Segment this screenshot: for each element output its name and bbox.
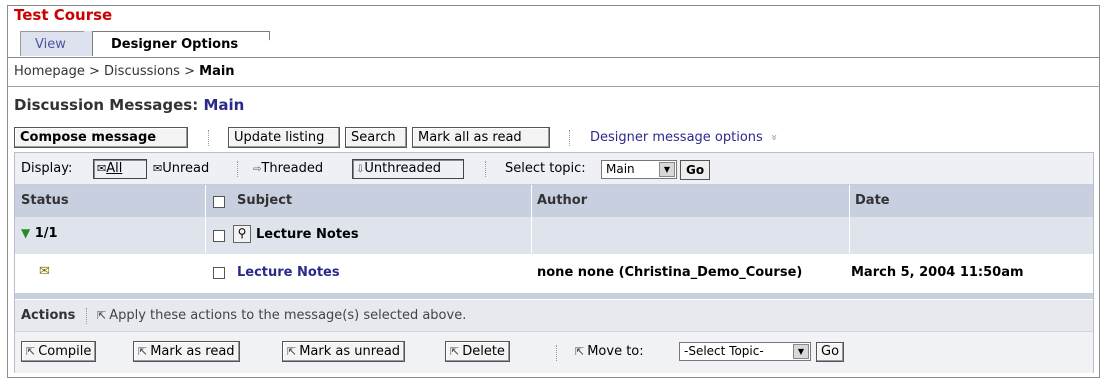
column-divider: [531, 185, 532, 253]
toolbar-separator: [569, 130, 571, 146]
message-checkbox[interactable]: [213, 267, 225, 279]
search-button[interactable]: Search: [345, 127, 407, 148]
mark-all-read-button[interactable]: Mark all as read: [412, 127, 550, 148]
display-unread-toggle[interactable]: ✉Unread: [149, 159, 231, 179]
course-title: Test Course: [14, 6, 113, 24]
action-arrow-icon: ⇱: [287, 345, 297, 358]
subject-header: Subject: [237, 193, 293, 208]
breadcrumb-separator: >: [89, 64, 100, 79]
magnifier-icon[interactable]: ⚲: [233, 225, 251, 243]
breadcrumb: Homepage > Discussions > Main: [14, 64, 235, 79]
actions-separator: [86, 308, 88, 324]
topic-go-button[interactable]: Go: [680, 160, 711, 180]
mark-as-unread-button[interactable]: ⇱ Mark as unread: [282, 341, 406, 362]
action-arrow-icon: ⇱: [138, 345, 148, 358]
actions-label: Actions: [21, 308, 76, 323]
unthreaded-toggle[interactable]: ⇩Unthreaded: [352, 159, 464, 179]
thread-subject: Lecture Notes: [256, 227, 359, 242]
actions-bar: Actions ⇱ Apply these actions to the mess…: [15, 299, 1093, 332]
breadcrumb-current: Main: [199, 64, 235, 79]
breadcrumb-homepage[interactable]: Homepage: [14, 64, 85, 79]
thread-count: 1/1: [34, 226, 58, 241]
select-all-checkbox[interactable]: [213, 196, 225, 208]
date-header: Date: [855, 193, 890, 208]
table-row: ✉ Lecture Notes none none (Christina_Dem…: [15, 254, 1093, 293]
breadcrumb-discussions[interactable]: Discussions: [104, 64, 180, 79]
move-to-select[interactable]: -Select Topic- ▼: [679, 342, 811, 361]
page-title: Discussion Messages: Main: [14, 96, 244, 114]
display-unread-label: Unread: [162, 161, 210, 176]
move-go-button[interactable]: Go: [816, 342, 845, 362]
threaded-label: Threaded: [261, 161, 324, 176]
display-label: Display:: [21, 161, 73, 176]
tab-designer-edge: [258, 31, 276, 56]
breadcrumb-divider: [8, 86, 1100, 87]
page-title-prefix: Discussion Messages:: [14, 96, 199, 114]
table-row: ▼ 1/1 ⚲ Lecture Notes: [15, 218, 1093, 253]
compose-message-button[interactable]: Compose message: [14, 127, 188, 148]
display-all-toggle[interactable]: ✉All: [93, 159, 147, 179]
message-subject-link[interactable]: Lecture Notes: [237, 265, 340, 280]
tab-designer-options[interactable]: Designer Options: [92, 31, 270, 56]
action-buttons-bar: ⇱ Compile ⇱ Mark as read ⇱ Mark as unread ⇱…: [15, 331, 1093, 373]
mark-as-read-button[interactable]: ⇱ Mark as read: [133, 341, 240, 362]
designer-options-label: Designer message options: [590, 130, 763, 145]
message-author: none none (Christina_Demo_Course): [537, 265, 803, 280]
column-divider: [205, 185, 206, 253]
actions-hint: ⇱ Apply these actions to the message(s) s…: [97, 308, 466, 323]
action-arrow-icon: ⇱: [26, 345, 36, 358]
unthreaded-label: Unthreaded: [364, 161, 442, 176]
tab-view-label: View: [35, 37, 66, 52]
display-separator: [237, 161, 239, 177]
triangle-down-icon: ▼: [21, 226, 31, 240]
select-topic-label: Select topic:: [505, 161, 586, 176]
message-date: March 5, 2004 11:50am: [851, 265, 1024, 280]
unread-mail-icon: ✉: [153, 162, 163, 175]
action-arrow-icon: ⇱: [450, 345, 460, 358]
action-arrow-icon: ⇱: [97, 309, 107, 322]
topic-select[interactable]: Main ▼: [601, 160, 677, 179]
topic-select-value: Main: [606, 162, 635, 176]
toolbar-separator: [208, 130, 210, 146]
table-header: Status Subject Author Date: [15, 185, 1093, 217]
dropdown-arrow-icon: ▼: [793, 344, 809, 359]
update-listing-button[interactable]: Update listing: [228, 127, 340, 148]
delete-label: Delete: [462, 344, 505, 359]
thread-status: ▼ 1/1: [21, 226, 58, 241]
action-arrow-icon: ⇱: [575, 345, 585, 358]
tab-divider: [8, 57, 1100, 58]
action-separator: [556, 345, 558, 361]
thread-checkbox[interactable]: [213, 230, 225, 242]
threaded-toggle[interactable]: ⇨Threaded: [249, 159, 351, 179]
envelope-icon: ✉: [39, 264, 50, 279]
mark-as-read-label: Mark as read: [150, 344, 235, 359]
actions-hint-text: Apply these actions to the message(s) se…: [109, 308, 467, 323]
status-header: Status: [21, 193, 69, 208]
move-to-select-value: -Select Topic-: [684, 344, 764, 358]
display-all-label: All: [106, 161, 123, 176]
move-to-text: Move to:: [587, 344, 644, 359]
tab-strip: View Designer Options: [20, 31, 1100, 57]
page-title-topic: Main: [203, 96, 245, 114]
all-mail-icon: ✉: [97, 162, 107, 175]
breadcrumb-separator: >: [184, 64, 195, 79]
messages-panel: Display: ✉All ✉Unread ⇨Threaded ⇩Unthrea…: [14, 152, 1094, 373]
author-header: Author: [537, 193, 588, 208]
tab-designer-label: Designer Options: [111, 37, 239, 52]
compile-button[interactable]: ⇱ Compile: [21, 341, 97, 362]
display-separator: [485, 161, 487, 177]
dropdown-arrow-icon: ▼: [659, 162, 675, 177]
move-to-label: ⇱ Move to:: [575, 344, 644, 359]
mark-as-unread-label: Mark as unread: [299, 344, 401, 359]
chevron-down-icon: »: [767, 134, 781, 141]
column-divider: [849, 185, 850, 253]
display-bar: Display: ✉All ✉Unread ⇨Threaded ⇩Unthrea…: [15, 153, 1093, 185]
delete-button[interactable]: ⇱ Delete: [445, 341, 510, 362]
compile-label: Compile: [38, 344, 92, 359]
designer-message-options-link[interactable]: Designer message options »: [590, 130, 781, 145]
